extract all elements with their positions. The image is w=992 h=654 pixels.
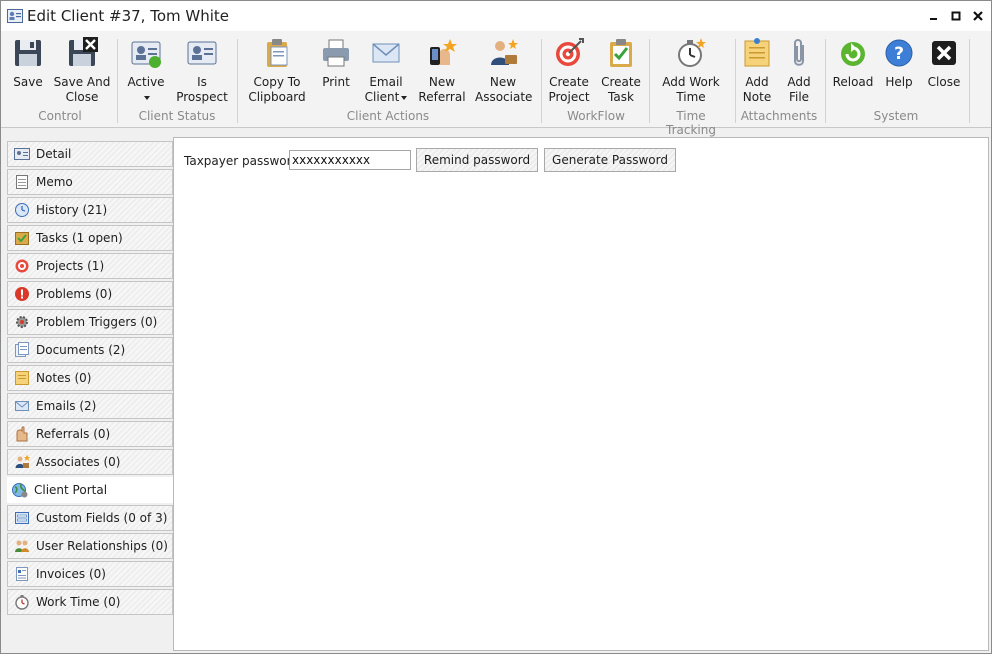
sidebar-item-custom-fields[interactable]: Custom Fields (0 of 3): [7, 505, 173, 531]
tasks-icon: [15, 232, 29, 245]
client-portal-icon: [12, 483, 28, 498]
printer-icon: [323, 39, 349, 67]
group-separator: [969, 39, 970, 123]
client-card-green-icon: [131, 41, 161, 68]
group-label-workflow: WorkFlow: [567, 109, 625, 123]
problems-icon: [15, 287, 29, 301]
group-label-system: System: [873, 109, 919, 123]
checklist-icon: [610, 39, 632, 67]
add-work-time-button[interactable]: Add Work Time: [659, 37, 723, 105]
print-button[interactable]: Print: [317, 37, 355, 90]
sidebar-item-referrals[interactable]: Referrals (0): [7, 421, 173, 447]
create-project-button[interactable]: Create Project: [547, 37, 591, 105]
sidebar-item-problem-triggers[interactable]: Problem Triggers (0): [7, 309, 173, 335]
group-label-attachments: Attachments: [740, 109, 818, 123]
is-prospect-button[interactable]: Is Prospect: [175, 37, 229, 105]
stopwatch-icon: [678, 38, 706, 67]
chevron-down-icon: [144, 95, 150, 100]
sidebar-item-client-portal[interactable]: Client Portal: [7, 477, 173, 503]
associate-icon: [491, 39, 518, 65]
group-separator: [541, 39, 542, 123]
floppy-disk-close-icon: [69, 37, 98, 66]
sidebar-item-memo[interactable]: Memo: [7, 169, 173, 195]
paperclip-icon: [794, 39, 804, 66]
minimize-icon[interactable]: [925, 7, 943, 25]
help-icon: ?: [885, 39, 913, 67]
copy-to-clipboard-button[interactable]: Copy To Clipboard: [245, 37, 309, 105]
sidebar-item-projects[interactable]: Projects (1): [7, 253, 173, 279]
add-file-button[interactable]: Add File: [781, 37, 817, 105]
create-task-button[interactable]: Create Task: [599, 37, 643, 105]
group-separator: [735, 39, 736, 123]
title-bar: Edit Client #37, Tom White: [1, 1, 991, 31]
sidebar-item-tasks[interactable]: Tasks (1 open): [7, 225, 173, 251]
ribbon-toolbar: Save Save And Close Control Active Is Pr…: [1, 31, 991, 137]
group-label-time-tracking: Time Tracking: [666, 109, 716, 137]
sidebar-item-work-time[interactable]: Work Time (0): [7, 589, 173, 615]
referrals-icon: [16, 426, 28, 442]
sidebar-item-notes[interactable]: Notes (0): [7, 365, 173, 391]
sidebar-item-user-relationships[interactable]: User Relationships (0): [7, 533, 173, 559]
sidebar-item-associates[interactable]: Associates (0): [7, 449, 173, 475]
note-icon: [744, 38, 770, 67]
floppy-disk-icon: [15, 40, 41, 66]
sidebar-item-problems[interactable]: Problems (0): [7, 281, 173, 307]
projects-icon: [15, 259, 29, 273]
memo-icon: [16, 175, 28, 189]
group-label-client-status: Client Status: [138, 109, 216, 123]
notes-icon: [15, 371, 29, 385]
remind-password-button[interactable]: Remind password: [416, 148, 538, 172]
taxpayer-password-label: Taxpayer password:: [184, 154, 304, 168]
problem-triggers-icon: [16, 316, 28, 328]
user-relationships-icon: [15, 540, 29, 552]
group-separator: [825, 39, 826, 123]
app-client-icon: [7, 9, 23, 23]
clipboard-icon: [267, 39, 288, 67]
svg-text:?: ?: [894, 44, 904, 64]
new-referral-button[interactable]: New Referral: [417, 37, 467, 105]
sidebar-item-emails[interactable]: Emails (2): [7, 393, 173, 419]
client-card-icon: [187, 41, 217, 65]
sidebar-item-documents[interactable]: Documents (2): [7, 337, 173, 363]
client-portal-panel: Taxpayer password: Remind password Gener…: [173, 137, 989, 651]
documents-icon: [15, 342, 29, 357]
sidebar-item-history[interactable]: History (21): [7, 197, 173, 223]
sidebar-item-detail[interactable]: Detail: [7, 141, 173, 167]
chevron-down-icon: [401, 95, 408, 100]
sidebar-item-invoices[interactable]: Invoices (0): [7, 561, 173, 587]
taxpayer-password-input[interactable]: [289, 150, 411, 170]
work-time-icon: [15, 595, 29, 610]
associates-icon: [15, 454, 30, 468]
referral-icon: [430, 39, 457, 65]
close-button[interactable]: Close: [925, 37, 963, 90]
custom-fields-icon: [15, 512, 29, 524]
history-icon: [15, 203, 29, 217]
invoices-icon: [16, 567, 28, 581]
window-title: Edit Client #37, Tom White: [27, 7, 229, 25]
edit-client-window: Edit Client #37, Tom White Save Save And…: [0, 0, 992, 654]
save-and-close-button[interactable]: Save And Close: [53, 37, 111, 105]
group-separator: [649, 39, 650, 123]
group-label-control: Control: [38, 109, 82, 123]
detail-card-icon: [14, 148, 30, 160]
save-button[interactable]: Save: [9, 37, 47, 90]
target-icon: [556, 38, 584, 66]
close-icon: [932, 41, 956, 65]
envelope-icon: [372, 43, 400, 63]
group-separator: [117, 39, 118, 123]
maximize-icon[interactable]: [947, 7, 965, 25]
close-window-icon[interactable]: [969, 7, 987, 25]
emails-icon: [15, 401, 29, 411]
generate-password-button[interactable]: Generate Password: [544, 148, 676, 172]
add-note-button[interactable]: Add Note: [739, 37, 775, 105]
new-associate-button[interactable]: New Associate: [475, 37, 532, 105]
reload-button[interactable]: Reload: [831, 37, 875, 90]
active-dropdown-button[interactable]: Active: [125, 37, 167, 100]
sidebar-nav: Detail Memo History (21) Tasks (1 open) …: [7, 141, 173, 617]
group-separator: [237, 39, 238, 123]
reload-icon: [841, 42, 865, 66]
group-label-client-actions: Client Actions: [346, 109, 430, 123]
help-button[interactable]: ? Help: [881, 37, 917, 90]
email-client-dropdown-button[interactable]: Email Client: [363, 37, 409, 105]
